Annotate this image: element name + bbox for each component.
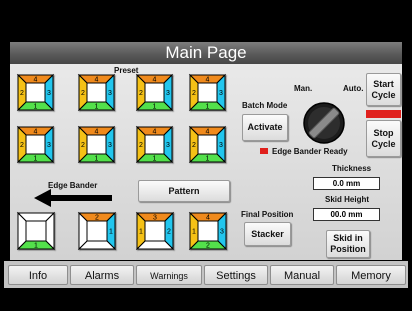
status-led [260,148,268,154]
skid-height-label: Skid Height [325,195,370,204]
tile-center [25,134,46,155]
tile-label-right: 2 [167,229,171,236]
tile-center [25,220,47,242]
tile-label-bottom: 1 [34,104,38,111]
tile-center [197,134,218,155]
preset-tile-7[interactable]: 4 1 2 3 [135,125,174,164]
batch-mode-label: Batch Mode [242,101,288,110]
manual-label: Man. [294,84,313,93]
final-position-label: Final Position [241,210,294,219]
tile-label-left: 1 [139,229,143,236]
status-text: Edge Bander Ready [272,147,348,156]
tile-center [86,82,107,103]
rotary-selector-icon[interactable] [302,101,346,145]
skid-in-position-line2: Position [330,244,366,254]
tile-label-right: 3 [108,90,112,97]
tile-label-left: 2 [139,142,143,149]
tile-label-left: 1 [192,229,196,236]
tab-warnings[interactable]: Warnings [136,265,202,285]
preset-tile-6[interactable]: 4 1 2 3 [77,125,116,164]
stop-cycle-button[interactable]: Stop Cycle [366,120,401,157]
tile-label-left: 2 [81,90,85,97]
thickness-label: Thickness [332,164,372,173]
pattern-tile-2[interactable]: 21 [77,211,117,251]
tile-label-bottom: 1 [34,243,38,250]
stop-indicator-bar [366,110,401,118]
tile-center [86,220,108,242]
tile-label-top: 4 [153,129,157,136]
preset-tile-8[interactable]: 4 1 2 3 [188,125,227,164]
tile-label-right: 1 [109,229,113,236]
tab-memory[interactable]: Memory [336,265,406,285]
skid-in-position-line1: Skid in [333,233,363,243]
thickness-field: 0.0 mm [313,177,380,190]
pattern-tile-3[interactable]: 3 1 2 [135,211,175,251]
tile-label-bottom: 2 [206,243,210,250]
tile-label-top: 4 [206,77,210,84]
tab-settings[interactable]: Settings [204,265,268,285]
tile-label-top: 4 [95,77,99,84]
arrow-left-icon [34,189,112,207]
tile-label-right: 3 [166,142,170,149]
tile-label-bottom: 1 [206,156,210,163]
preset-tile-3[interactable]: 4 1 2 3 [135,73,174,112]
preset-tile-5[interactable]: 4 1 2 3 [16,125,55,164]
tile-label-top: 4 [34,77,38,84]
tile-label-top: 4 [95,129,99,136]
tile-label-top: 2 [95,215,99,222]
tile-label-left: 2 [192,142,196,149]
start-cycle-line2: Cycle [371,89,396,100]
tile-label-left: 2 [139,90,143,97]
tile-center [25,82,46,103]
tile-label-top: 4 [206,129,210,136]
preset-tile-1[interactable]: 4 1 2 3 [16,73,55,112]
tile-label-left: 2 [20,90,24,97]
stop-cycle-line1: Stop [373,127,394,138]
pattern-button[interactable]: Pattern [138,180,230,202]
tile-label-right: 3 [219,142,223,149]
tile-center [144,82,165,103]
tile-label-top: 4 [206,215,210,222]
tile-label-right: 3 [166,90,170,97]
tile-label-right: 3 [219,90,223,97]
tab-manual[interactable]: Manual [270,265,334,285]
stop-cycle-line2: Cycle [371,138,396,149]
tile-label-right: 3 [108,142,112,149]
start-cycle-line1: Start [373,78,394,89]
tile-label-bottom: 1 [153,156,157,163]
tile-label-bottom: 1 [206,104,210,111]
tile-label-left: 2 [20,142,24,149]
tile-center [144,134,165,155]
tab-alarms[interactable]: Alarms [70,265,134,285]
tile-label-top: 4 [34,129,38,136]
tile-center [197,220,219,242]
preset-tile-4[interactable]: 4 1 2 3 [188,73,227,112]
auto-label: Auto. [343,84,364,93]
pattern-tile-1[interactable]: 1 [16,211,56,251]
tile-label-right: 3 [47,142,51,149]
tile-label-right: 3 [47,90,51,97]
tile-label-left: 2 [81,142,85,149]
tile-label-right: 3 [220,229,224,236]
tile-label-bottom: 1 [95,104,99,111]
tile-label-bottom: 1 [95,156,99,163]
skid-height-field: 00.0 mm [313,208,380,221]
start-cycle-button[interactable]: Start Cycle [366,73,401,106]
tile-label-left: 2 [192,90,196,97]
pattern-tile-4[interactable]: 4 2 1 3 [188,211,228,251]
tile-center [86,134,107,155]
stacker-button[interactable]: Stacker [244,222,291,246]
tile-label-bottom: 1 [153,104,157,111]
tile-label-bottom: 1 [34,156,38,163]
activate-button[interactable]: Activate [242,114,288,141]
tile-label-top: 4 [153,77,157,84]
skid-in-position-button[interactable]: Skid in Position [326,230,370,258]
preset-tile-2[interactable]: 4 1 2 3 [77,73,116,112]
tile-center [144,220,166,242]
tab-info[interactable]: Info [8,265,68,285]
tile-label-top: 3 [153,215,157,222]
tile-center [197,82,218,103]
